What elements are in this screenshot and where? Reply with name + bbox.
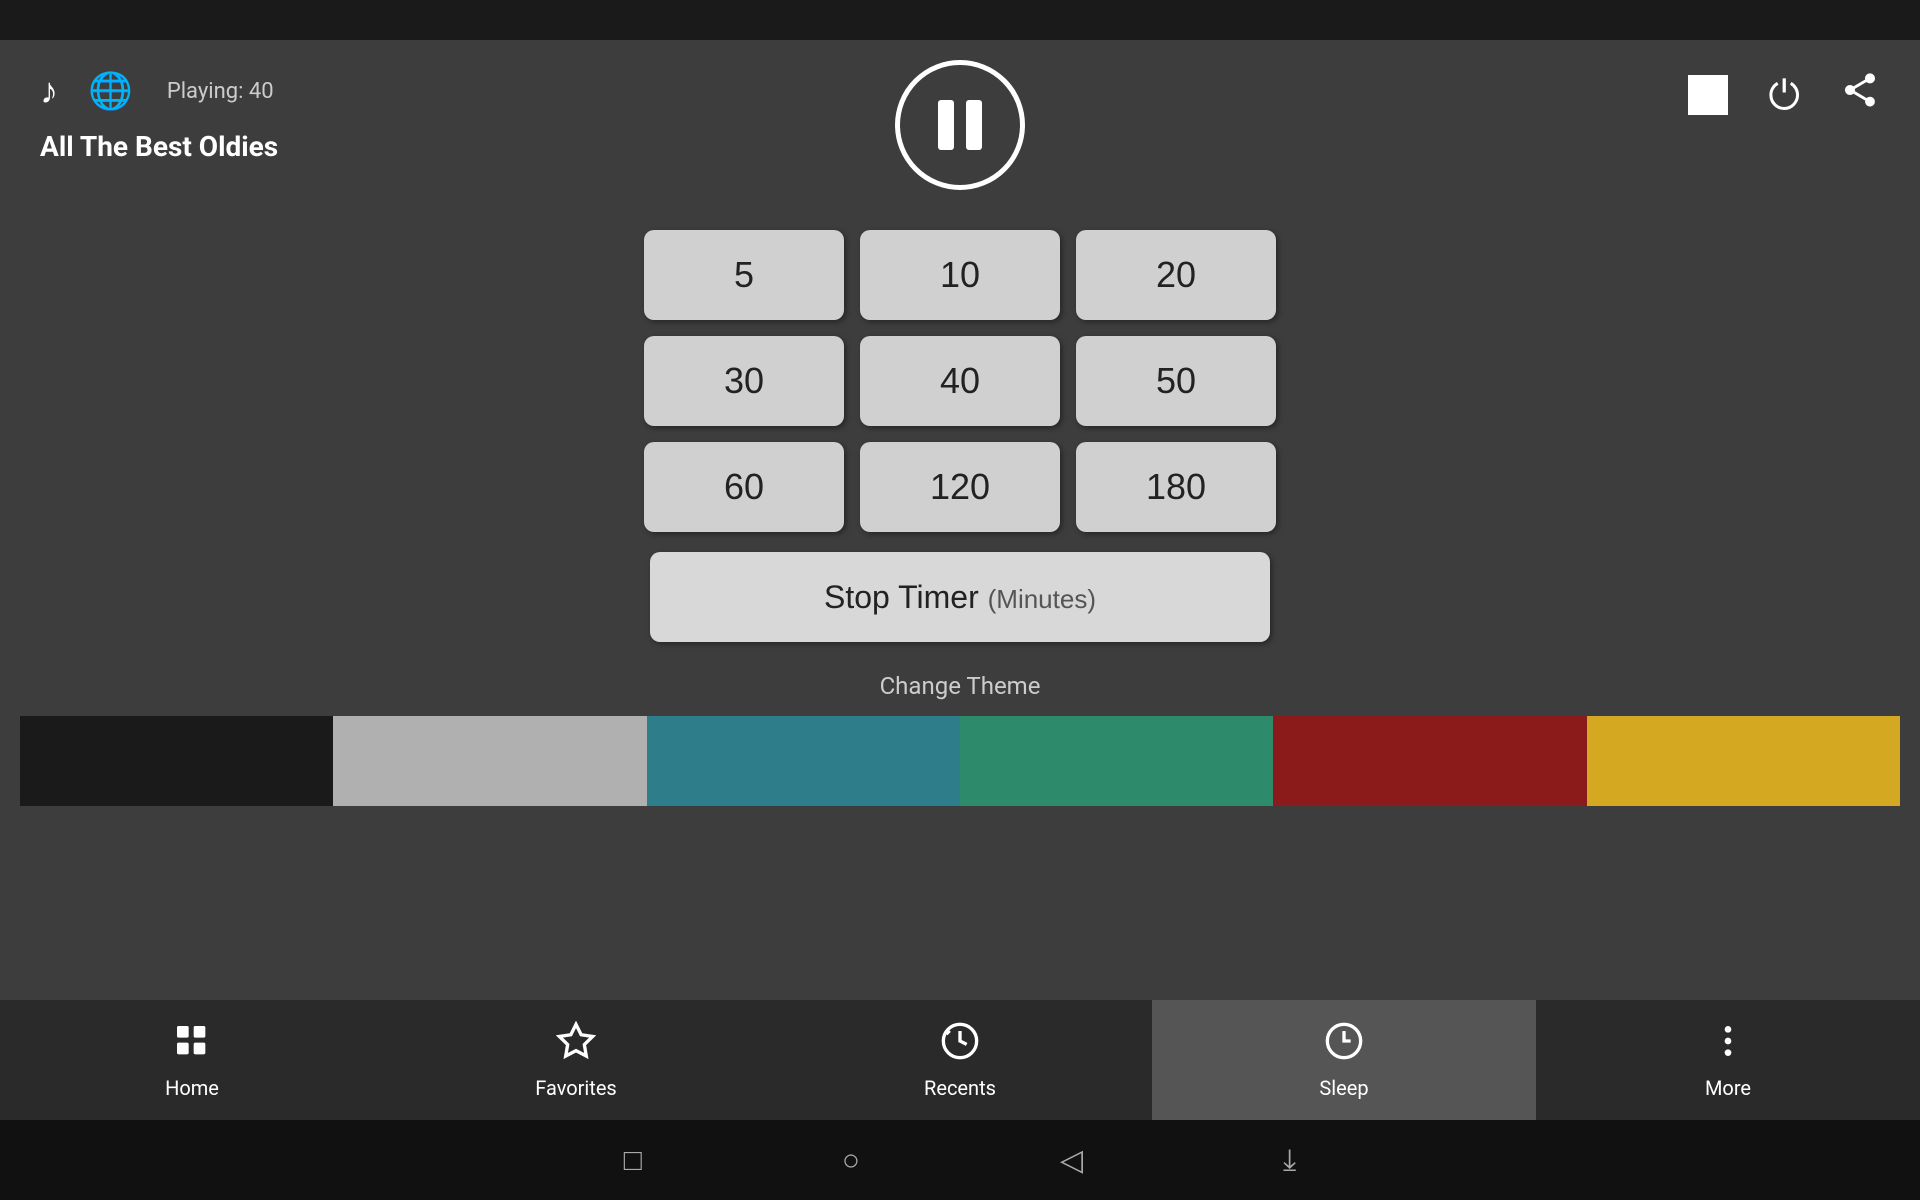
timer-btn-50[interactable]: 50 xyxy=(1076,336,1276,426)
timer-btn-120[interactable]: 120 xyxy=(860,442,1060,532)
power-icon[interactable]: ⏻ xyxy=(1768,72,1800,119)
nav-item-home[interactable]: Home xyxy=(0,1000,384,1120)
theme-swatch-yellow[interactable] xyxy=(1587,716,1900,806)
timer-section: 5 10 20 30 40 50 60 120 180 Stop Timer (… xyxy=(0,230,1920,1000)
station-name: All The Best Oldies xyxy=(40,130,278,163)
music-icon[interactable]: ♪ xyxy=(40,70,58,112)
top-bar-icons: ♪ 🌐 Playing: 40 xyxy=(40,70,274,112)
main-content: ♪ 🌐 Playing: 40 All The Best Oldies ⏻ xyxy=(0,40,1920,1000)
android-download-btn[interactable]: ⤓ xyxy=(1283,1143,1296,1178)
stop-timer-suffix: (Minutes) xyxy=(988,584,1096,614)
nav-item-more[interactable]: More xyxy=(1536,1000,1920,1120)
theme-swatch-black[interactable] xyxy=(20,716,333,806)
timer-btn-5[interactable]: 5 xyxy=(644,230,844,320)
theme-swatch-teal-dark[interactable] xyxy=(647,716,960,806)
android-square-btn[interactable]: □ xyxy=(624,1143,642,1178)
status-bar xyxy=(0,0,1920,40)
android-home-btn[interactable]: ○ xyxy=(842,1143,860,1178)
share-icon[interactable] xyxy=(1840,70,1880,120)
nav-item-recents[interactable]: Recents xyxy=(768,1000,1152,1120)
playing-text: Playing: 40 xyxy=(167,79,274,104)
timer-btn-10[interactable]: 10 xyxy=(860,230,1060,320)
stop-timer-label: Stop Timer xyxy=(824,579,979,615)
nav-label-recents: Recents xyxy=(924,1076,996,1100)
theme-swatches xyxy=(0,716,1920,806)
nav-label-more: More xyxy=(1705,1076,1751,1100)
nav-item-sleep[interactable]: Sleep xyxy=(1152,1000,1536,1120)
stop-timer-button[interactable]: Stop Timer (Minutes) xyxy=(650,552,1270,642)
pause-icon xyxy=(938,100,982,150)
nav-item-favorites[interactable]: Favorites xyxy=(384,1000,768,1120)
pause-bar-left xyxy=(938,100,954,150)
pause-bar-right xyxy=(966,100,982,150)
home-icon xyxy=(172,1021,212,1070)
timer-btn-40[interactable]: 40 xyxy=(860,336,1060,426)
top-bar: ♪ 🌐 Playing: 40 All The Best Oldies ⏻ xyxy=(0,40,1920,220)
globe-icon[interactable]: 🌐 xyxy=(88,70,133,112)
recents-icon xyxy=(940,1021,980,1070)
theme-swatch-teal-medium[interactable] xyxy=(960,716,1273,806)
timer-grid: 5 10 20 30 40 50 60 120 180 xyxy=(644,230,1276,532)
theme-swatch-dark-red[interactable] xyxy=(1273,716,1586,806)
pause-button-center xyxy=(895,60,1025,190)
bottom-nav: Home Favorites Recents Sleep xyxy=(0,1000,1920,1120)
nav-label-favorites: Favorites xyxy=(535,1076,617,1100)
top-bar-left: ♪ 🌐 Playing: 40 All The Best Oldies xyxy=(40,70,278,163)
stop-icon[interactable] xyxy=(1688,75,1728,115)
timer-btn-180[interactable]: 180 xyxy=(1076,442,1276,532)
change-theme-label: Change Theme xyxy=(880,672,1041,700)
pause-button[interactable] xyxy=(895,60,1025,190)
sleep-icon xyxy=(1324,1021,1364,1070)
more-icon xyxy=(1708,1021,1748,1070)
android-nav: □ ○ ◁ ⤓ xyxy=(0,1120,1920,1200)
top-bar-right: ⏻ xyxy=(1688,70,1880,120)
android-back-btn[interactable]: ◁ xyxy=(1060,1143,1083,1178)
nav-label-sleep: Sleep xyxy=(1319,1076,1368,1100)
nav-label-home: Home xyxy=(165,1076,219,1100)
favorites-icon xyxy=(556,1021,596,1070)
theme-swatch-gray[interactable] xyxy=(333,716,646,806)
timer-btn-30[interactable]: 30 xyxy=(644,336,844,426)
timer-btn-20[interactable]: 20 xyxy=(1076,230,1276,320)
timer-btn-60[interactable]: 60 xyxy=(644,442,844,532)
